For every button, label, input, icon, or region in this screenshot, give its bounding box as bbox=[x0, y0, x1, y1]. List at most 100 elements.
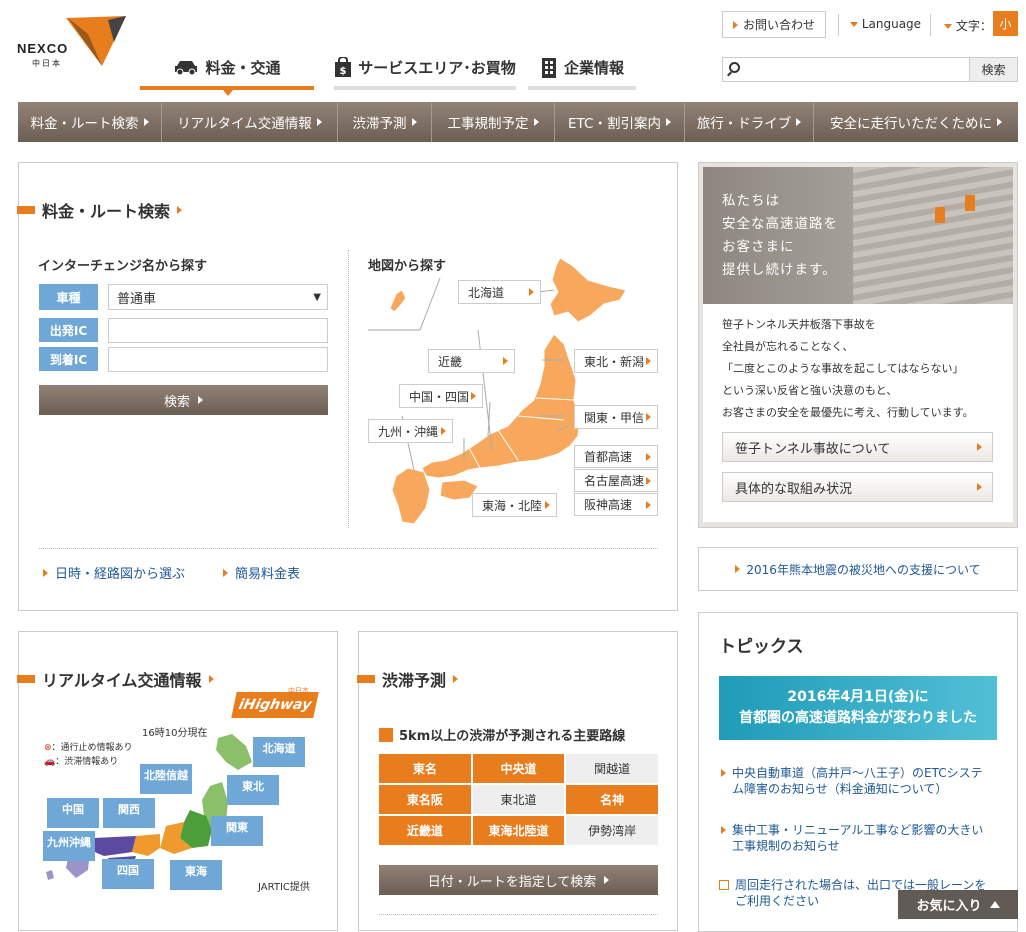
promo-headline: 私たちは 安全な高速道路を お客さまに 提供し続けます。 bbox=[722, 190, 838, 282]
topic-item[interactable]: 集中工事・リニューアル工事など影響の大きい工事規制のお知らせ bbox=[721, 822, 993, 854]
route-cell[interactable]: 伊勢湾岸 bbox=[566, 816, 658, 845]
date-route-map-link[interactable]: 日時・経路図から選ぶ bbox=[43, 563, 185, 582]
nav-travel-drive[interactable]: 旅行・ドライブ bbox=[685, 102, 814, 142]
arrow-icon bbox=[997, 118, 1002, 126]
kyushu-shape[interactable] bbox=[391, 467, 431, 525]
font-size-small-button[interactable]: 小 bbox=[993, 11, 1018, 36]
hanshin-expressway-button[interactable]: 阪神高速 bbox=[574, 493, 658, 516]
nav-etc-discount[interactable]: ETC・割引案内 bbox=[555, 102, 685, 142]
route-cell[interactable]: 近畿道 bbox=[379, 816, 471, 845]
main-nav: 料金・ルート検索 リアルタイム交通情報 渋滞予測 工事規制予定 ETC・割引案内… bbox=[18, 102, 1018, 142]
arrow-icon bbox=[453, 675, 459, 683]
jam-panel-title[interactable]: 渋滞予測 bbox=[357, 667, 459, 691]
route-cell[interactable]: 名神 bbox=[566, 785, 658, 814]
region-tohoku[interactable]: 東北 bbox=[227, 775, 279, 805]
arrow-icon bbox=[646, 357, 651, 365]
nav-safety[interactable]: 安全に走行いただくために bbox=[814, 102, 1018, 142]
region-hokkaido-button[interactable]: 北海道 bbox=[458, 280, 541, 304]
kansai-region-shape[interactable] bbox=[132, 834, 160, 856]
vehicle-value: 普通車 bbox=[117, 291, 157, 307]
search-input[interactable] bbox=[722, 57, 970, 82]
inquiry-label: お問い合わせ bbox=[742, 18, 815, 32]
region-kinki-button[interactable]: 近畿 bbox=[428, 349, 515, 373]
traffic-panel-title[interactable]: リアルタイム交通情報 bbox=[17, 667, 214, 691]
safety-measures-button[interactable]: 具体的な取組み状況 bbox=[722, 472, 993, 502]
route-cell[interactable]: 東北道 bbox=[472, 785, 565, 814]
topic-item[interactable]: 中央自動車道（高井戸～八王子）のETCシステム障害のお知らせ（料金通知について） bbox=[721, 765, 993, 797]
body-line: という深い反省と強い決意のもと、 bbox=[722, 384, 898, 397]
region-shikoku[interactable]: 四国 bbox=[102, 859, 154, 889]
region-kyushu-button[interactable]: 九州・沖縄 bbox=[368, 419, 453, 443]
fare-search-button[interactable]: 検索 bbox=[39, 385, 328, 415]
sasago-accident-button[interactable]: 笹子トンネル事故について bbox=[722, 432, 993, 462]
region-hokkaido[interactable]: 北海道 bbox=[253, 737, 305, 767]
arrow-icon bbox=[208, 675, 214, 683]
tab-fare-traffic[interactable]: 料金・交通 bbox=[140, 48, 314, 90]
nav-construction[interactable]: 工事規制予定 bbox=[432, 102, 555, 142]
arrow-icon bbox=[143, 118, 149, 126]
arrow-icon bbox=[721, 769, 726, 777]
search-button[interactable]: 検索 bbox=[969, 57, 1018, 82]
arrow-icon bbox=[223, 568, 228, 577]
region-kanto-button[interactable]: 関東・甲信 bbox=[574, 405, 658, 429]
route-cell[interactable]: 関越道 bbox=[566, 754, 658, 783]
route-cell[interactable]: 東名阪 bbox=[379, 785, 471, 814]
shopping-bag-icon: $ bbox=[335, 57, 352, 77]
shuto-expressway-button[interactable]: 首都高速 bbox=[574, 445, 658, 468]
tab-label: サービスエリア･お買物 bbox=[358, 58, 516, 77]
route-cell[interactable]: 東海北陸道 bbox=[472, 816, 565, 845]
region-kyushu[interactable]: 九州沖縄 bbox=[43, 831, 95, 861]
body-line: 「二度とこのような事故を起こしてはならない」 bbox=[722, 362, 964, 375]
hokkaido-region-shape[interactable] bbox=[216, 734, 252, 770]
okinawa-shape[interactable] bbox=[389, 289, 407, 313]
nav-realtime-traffic[interactable]: リアルタイム交通情報 bbox=[162, 102, 338, 142]
tab-service-area[interactable]: $ サービスエリア･お買物 bbox=[334, 48, 516, 90]
favorite-button[interactable]: お気に入り bbox=[898, 890, 1018, 919]
region-label: 阪神高速 bbox=[584, 498, 633, 512]
language-selector[interactable]: Language bbox=[850, 17, 921, 31]
tab-corporate[interactable]: 企業情報 bbox=[528, 48, 636, 90]
panel-title-text: リアルタイム交通情報 bbox=[42, 671, 202, 690]
region-kansai[interactable]: 関西 bbox=[103, 798, 155, 828]
region-hokuriku[interactable]: 北陸信越 bbox=[140, 764, 192, 794]
region-kanto[interactable]: 関東 bbox=[211, 816, 263, 846]
depart-ic-input[interactable] bbox=[108, 318, 328, 343]
region-tohoku-button[interactable]: 東北・新潟 bbox=[574, 349, 658, 373]
region-tokai-button[interactable]: 東海・北陸 bbox=[472, 493, 557, 517]
font-size-text: 文字： bbox=[955, 19, 992, 33]
jam-search-button[interactable]: 日付・ルートを指定して検索 bbox=[379, 865, 658, 895]
chugoku-region-shape[interactable] bbox=[90, 836, 136, 856]
okinawa-region-shape[interactable] bbox=[46, 870, 54, 880]
arrow-icon bbox=[721, 826, 726, 834]
route-cell[interactable]: 中央道 bbox=[472, 754, 565, 783]
nav-congestion-forecast[interactable]: 渋滞予測 bbox=[338, 102, 432, 142]
button-label: 日付・ルートを指定して検索 bbox=[427, 874, 597, 890]
kumamoto-support-link[interactable]: 2016年熊本地震の被災地への支援について bbox=[698, 547, 1018, 591]
title-bar bbox=[17, 675, 35, 683]
inquiry-link[interactable]: お問い合わせ bbox=[722, 11, 826, 38]
simple-fare-table-link[interactable]: 簡易料金表 bbox=[223, 563, 300, 582]
nav-fare-route[interactable]: 料金・ルート検索 bbox=[18, 102, 162, 142]
region-chugoku-button[interactable]: 中国・四国 bbox=[399, 384, 483, 408]
jam-subheading: 5km以上の渋滞が予測される主要路線 bbox=[379, 725, 625, 744]
arrow-icon bbox=[533, 118, 539, 126]
fare-change-banner[interactable]: 2016年4月1日(金)に 首都圏の高速道路料金が変わりました bbox=[719, 676, 997, 740]
nav-label: 旅行・ドライブ bbox=[696, 116, 792, 132]
region-tokai[interactable]: 東海 bbox=[170, 860, 222, 890]
window-icon bbox=[719, 880, 729, 890]
region-label: 中国・四国 bbox=[409, 389, 470, 404]
nav-label: 渋滞予測 bbox=[352, 116, 407, 132]
hokkaido-shape[interactable] bbox=[549, 257, 627, 323]
route-cell[interactable]: 東名 bbox=[379, 754, 471, 783]
body-line: 笹子トンネル天井板落下事故を bbox=[722, 318, 876, 331]
nagoya-expressway-button[interactable]: 名古屋高速 bbox=[574, 469, 658, 492]
vehicle-select[interactable]: 普通車 ▼ bbox=[108, 284, 328, 310]
region-chugoku[interactable]: 中国 bbox=[47, 798, 99, 828]
fare-panel-title[interactable]: 料金・ルート検索 bbox=[17, 198, 183, 222]
arrive-ic-input[interactable] bbox=[108, 347, 328, 372]
banner-line: 首都圏の高速道路料金が変わりました bbox=[739, 710, 977, 726]
arrow-icon bbox=[471, 392, 476, 400]
headline-line: 安全な高速道路を bbox=[722, 216, 838, 232]
language-label: Language bbox=[861, 17, 922, 31]
arrow-icon bbox=[665, 118, 671, 126]
